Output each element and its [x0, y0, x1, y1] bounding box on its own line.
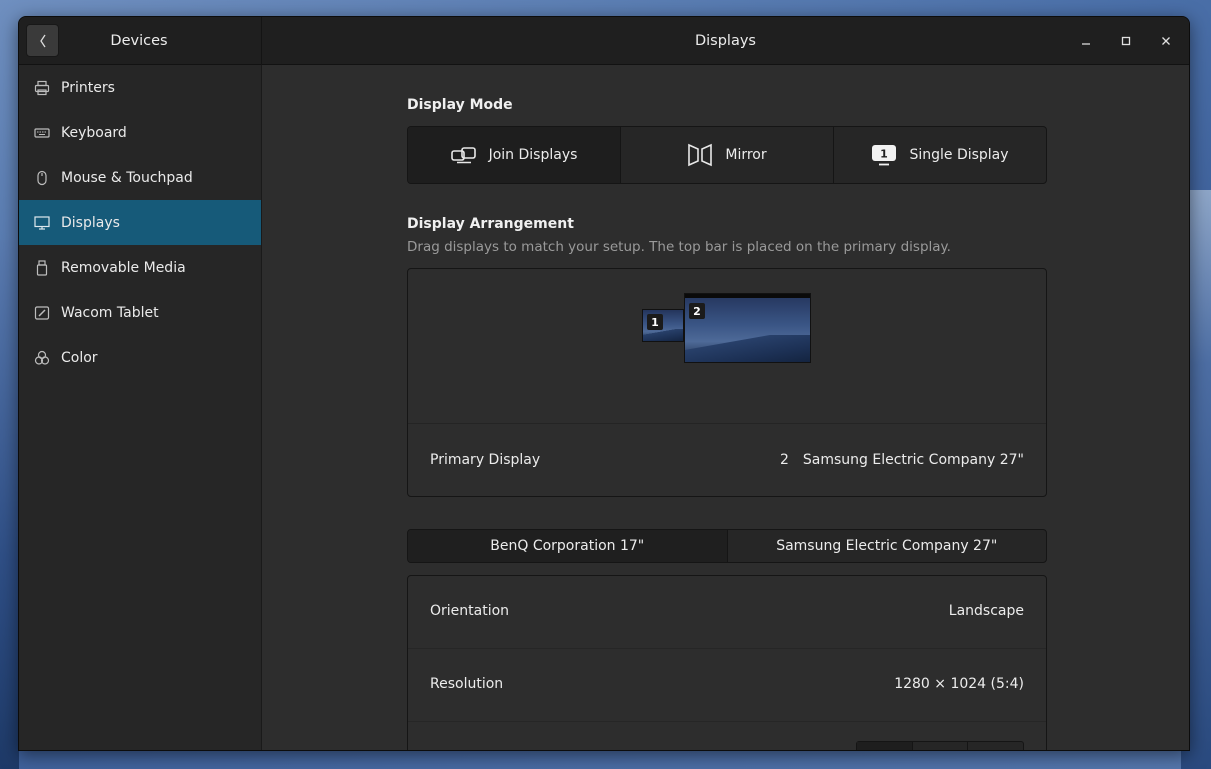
monitor-1-preview[interactable]: 1: [642, 309, 684, 342]
sidebar-item-label: Removable Media: [61, 259, 186, 276]
sidebar-item-label: Displays: [61, 214, 120, 231]
orientation-label: Orientation: [430, 603, 510, 619]
sidebar-header: Devices: [19, 17, 262, 65]
maximize-icon: [1121, 36, 1131, 46]
display-tabs: BenQ Corporation 17" Samsung Electric Co…: [407, 529, 1047, 563]
display-mode-selector: Join Displays Mirror 1 Single Display: [407, 126, 1047, 184]
display-settings-panel: Orientation Landscape Resolution 1280 × …: [407, 575, 1047, 750]
toggle-segment[interactable]: [968, 742, 1023, 750]
mirror-label: Mirror: [725, 147, 767, 163]
sidebar-item-keyboard[interactable]: Keyboard: [19, 110, 261, 155]
sidebar-item-wacom-tablet[interactable]: Wacom Tablet: [19, 290, 261, 335]
resolution-row[interactable]: Resolution 1280 × 1024 (5:4): [408, 649, 1046, 722]
sidebar-item-label: Wacom Tablet: [61, 304, 159, 321]
sidebar-item-label: Keyboard: [61, 124, 127, 141]
toggle-segment[interactable]: [913, 742, 969, 750]
primary-display-number: 2: [779, 452, 789, 468]
arrangement-canvas: 1 2: [408, 269, 1046, 424]
monitor-2-preview[interactable]: 2: [684, 293, 811, 363]
sidebar-item-printers[interactable]: Printers: [19, 65, 261, 110]
usb-drive-icon: [33, 259, 51, 277]
settings-window: Devices Displays Printers Keyboard Mouse…: [18, 16, 1190, 751]
back-button[interactable]: [26, 24, 59, 57]
resolution-value: 1280 × 1024 (5:4): [894, 676, 1024, 692]
monitor-number-badge: 2: [689, 303, 705, 319]
monitor-number-badge: 1: [647, 314, 663, 330]
wallpaper-thumbnail: [685, 334, 810, 362]
display-mode-title: Display Mode: [407, 97, 513, 113]
wallpaper-thumbnail: [643, 328, 683, 341]
resolution-label: Resolution: [430, 676, 504, 692]
sidebar-item-mouse-touchpad[interactable]: Mouse & Touchpad: [19, 155, 261, 200]
sidebar-item-color[interactable]: Color: [19, 335, 261, 380]
orientation-value: Landscape: [948, 603, 1024, 619]
desktop-wallpaper-left: [0, 240, 19, 769]
minimize-button[interactable]: [1074, 29, 1098, 53]
primary-display-selector[interactable]: 2 Samsung Electric Company 27": [780, 452, 1024, 468]
page-title: Displays: [694, 33, 756, 49]
close-button[interactable]: [1154, 29, 1178, 53]
tablet-icon: [33, 304, 51, 322]
primary-display-label: Primary Display: [430, 452, 541, 468]
mirror-button[interactable]: Mirror: [621, 127, 834, 183]
sidebar: Printers Keyboard Mouse & Touchpad Displ…: [19, 65, 262, 750]
display-arrangement-panel: 1 2 Primary Display 2 Samsung Electric C…: [407, 268, 1047, 497]
chevron-left-icon: [39, 34, 46, 47]
sidebar-item-label: Printers: [61, 79, 115, 96]
minimize-icon: [1082, 43, 1090, 45]
primary-display-name: Samsung Electric Company 27": [802, 452, 1024, 468]
tab-benq-display[interactable]: BenQ Corporation 17": [408, 530, 728, 562]
sidebar-item-removable-media[interactable]: Removable Media: [19, 245, 261, 290]
mirror-icon: [687, 142, 713, 168]
maximize-button[interactable]: [1114, 29, 1138, 53]
color-icon: [33, 349, 51, 367]
svg-text:1: 1: [881, 148, 889, 161]
sidebar-item-displays[interactable]: Displays: [19, 200, 261, 245]
partially-visible-toggle-group[interactable]: [856, 741, 1024, 750]
orientation-row[interactable]: Orientation Landscape: [408, 576, 1046, 649]
display-arrangement-subtitle: Drag displays to match your setup. The t…: [407, 239, 951, 255]
join-displays-icon: [450, 146, 477, 164]
display-arrangement-title: Display Arrangement: [407, 216, 574, 232]
titlebar: Devices Displays: [19, 17, 1189, 65]
top-bar-indicator: [685, 294, 810, 298]
sidebar-item-label: Mouse & Touchpad: [61, 169, 193, 186]
sidebar-title: Devices: [110, 33, 168, 49]
single-display-label: Single Display: [909, 147, 1009, 163]
printer-icon: [33, 79, 51, 97]
keyboard-icon: [33, 124, 51, 142]
toggle-segment[interactable]: [857, 742, 913, 750]
close-icon: [1162, 37, 1170, 45]
mouse-icon: [33, 169, 51, 187]
tab-samsung-display[interactable]: Samsung Electric Company 27": [728, 530, 1047, 562]
single-display-icon: 1: [871, 144, 897, 166]
join-displays-label: Join Displays: [488, 147, 578, 163]
join-displays-button[interactable]: Join Displays: [408, 127, 621, 183]
single-display-button[interactable]: 1 Single Display: [834, 127, 1046, 183]
sidebar-item-label: Color: [61, 349, 98, 366]
main-content: Display Mode Join Displays Mirror 1 Sing…: [262, 65, 1189, 750]
display-icon: [33, 214, 51, 232]
